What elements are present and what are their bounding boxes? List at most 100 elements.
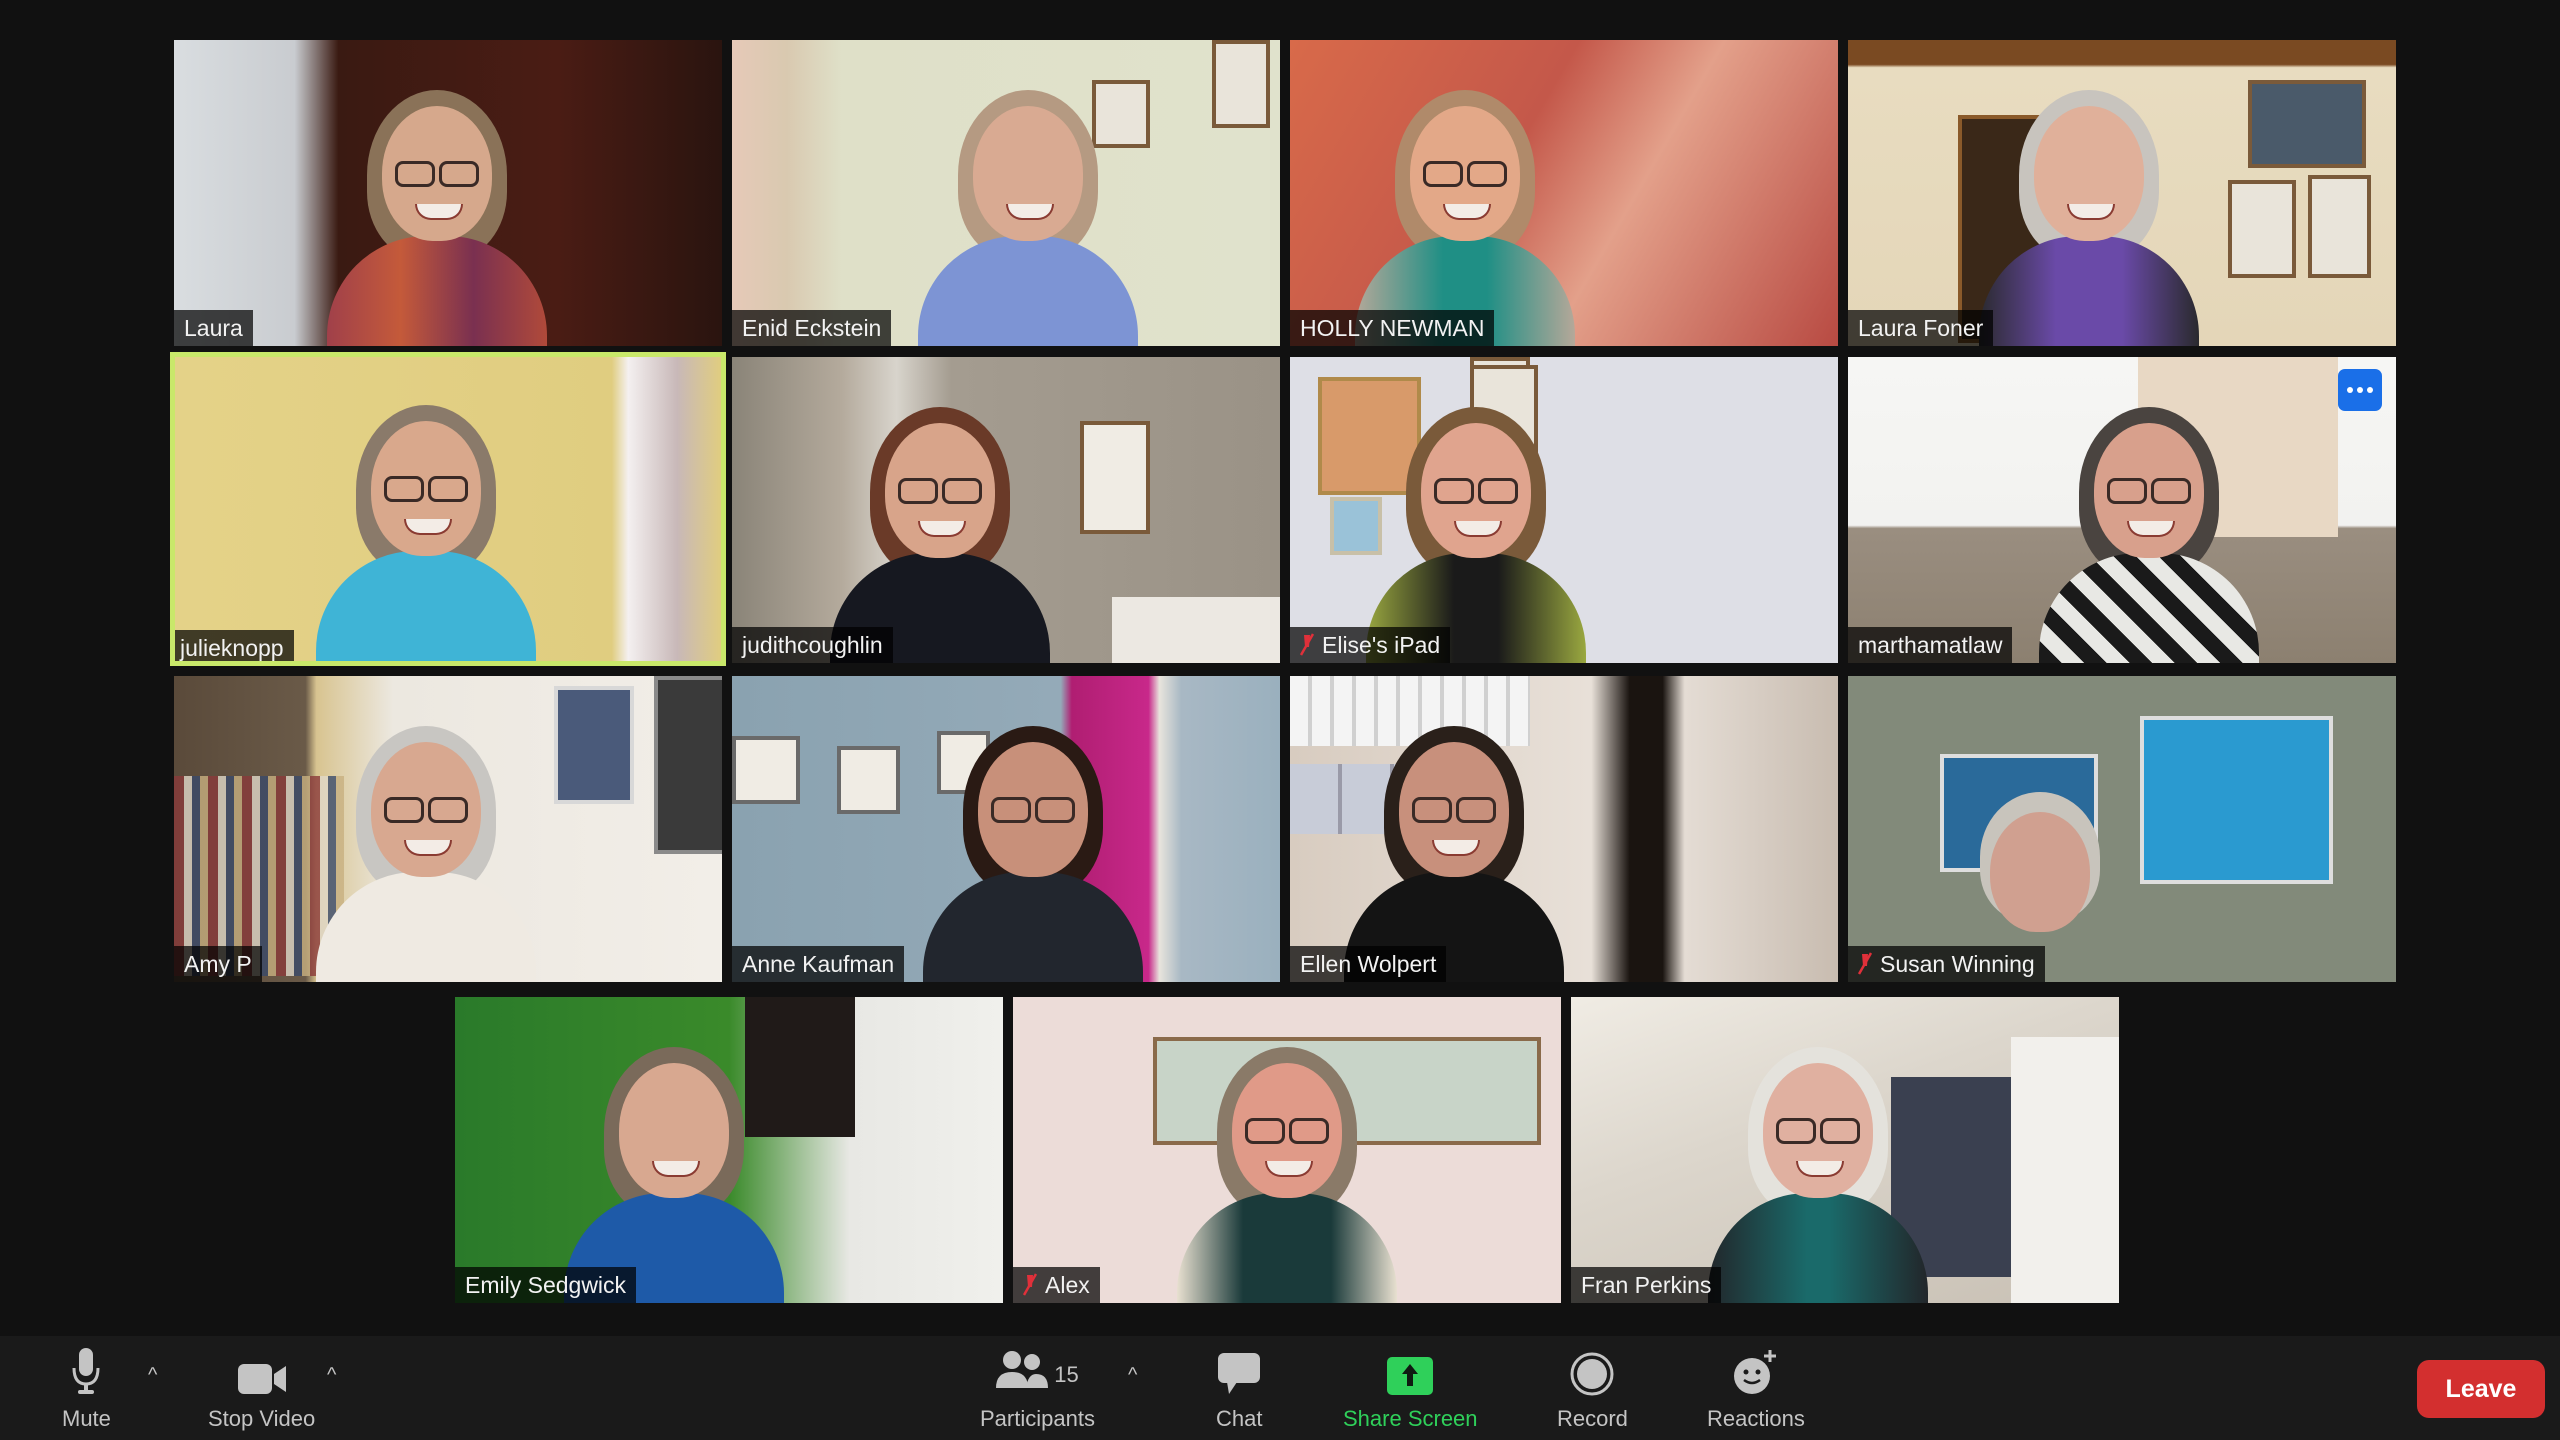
- video-tile[interactable]: Laura Foner: [1848, 40, 2396, 346]
- participant-name-tag: HOLLY NEWMAN: [1290, 310, 1495, 346]
- participant-name: marthamatlaw: [1858, 632, 2003, 658]
- participant-video: [1960, 712, 2130, 982]
- video-camera-icon: [236, 1344, 288, 1396]
- audio-options-caret[interactable]: ^: [148, 1364, 157, 1387]
- video-feed: [1290, 357, 1838, 663]
- video-tile[interactable]: Enid Eckstein: [732, 40, 1280, 346]
- participant-name-tag: Susan Winning: [1848, 946, 2045, 982]
- video-tile[interactable]: HOLLY NEWMAN: [1290, 40, 1838, 346]
- video-feed: [1848, 357, 2396, 663]
- participant-name-tag: Emily Sedgwick: [455, 1267, 637, 1303]
- participant-name-tag: Enid Eckstein: [732, 310, 892, 346]
- participant-video: [316, 391, 537, 661]
- participant-name: Ellen Wolpert: [1300, 951, 1437, 977]
- muted-mic-icon: [1300, 633, 1314, 657]
- video-tile[interactable]: Alex: [1013, 997, 1561, 1303]
- video-tile-active-speaker[interactable]: julieknopp: [170, 352, 726, 666]
- microphone-icon: [71, 1344, 101, 1396]
- video-tile[interactable]: marthamatlaw: [1848, 357, 2396, 663]
- participant-name: Laura: [184, 315, 243, 341]
- video-tile[interactable]: Ellen Wolpert: [1290, 676, 1838, 982]
- share-screen-button[interactable]: Share Screen: [1343, 1344, 1478, 1432]
- more-dots-icon: [2347, 387, 2353, 393]
- video-feed: [732, 676, 1280, 982]
- participant-name: Susan Winning: [1880, 951, 2035, 977]
- participant-name: Elise's iPad: [1322, 632, 1441, 658]
- video-feed: [1290, 40, 1838, 346]
- participant-video: [316, 712, 537, 982]
- participant-name-tag: Elise's iPad: [1290, 627, 1451, 663]
- video-tile[interactable]: Fran Perkins: [1571, 997, 2119, 1303]
- video-feed: [175, 357, 721, 661]
- video-tile[interactable]: Emily Sedgwick: [455, 997, 1003, 1303]
- video-feed: [1571, 997, 2119, 1303]
- participant-name-tag: marthamatlaw: [1848, 627, 2013, 663]
- participant-name-tag: Laura: [174, 310, 253, 346]
- muted-mic-icon: [1858, 952, 1872, 976]
- participant-video: [564, 1033, 785, 1303]
- video-feed: [1848, 676, 2396, 982]
- share-screen-arrow-icon: [1386, 1344, 1434, 1396]
- participant-name: Laura Foner: [1858, 315, 1984, 341]
- participant-video: [1177, 1033, 1397, 1303]
- participant-video: [1366, 393, 1587, 663]
- leave-meeting-button[interactable]: Leave: [2417, 1360, 2545, 1418]
- video-tile[interactable]: judithcoughlin: [732, 357, 1280, 663]
- video-tile[interactable]: Susan Winning: [1848, 676, 2396, 982]
- participant-name-tag: Ellen Wolpert: [1290, 946, 1447, 982]
- chat-button[interactable]: Chat: [1216, 1344, 1262, 1432]
- muted-mic-icon: [1023, 1273, 1037, 1297]
- participant-name-tag: Laura Foner: [1848, 310, 1994, 346]
- video-feed: [455, 997, 1003, 1303]
- more-options-button[interactable]: [2338, 369, 2382, 411]
- participant-video: [1344, 712, 1565, 982]
- video-tile[interactable]: Amy P: [174, 676, 722, 982]
- video-feed: [1848, 40, 2396, 346]
- video-feed: [1013, 997, 1561, 1303]
- meeting-toolbar: Mute ^ Stop Video ^ 15 Participants ^ Ch…: [0, 1336, 2560, 1440]
- participant-name-tag: julieknopp: [175, 630, 294, 661]
- video-tile[interactable]: Anne Kaufman: [732, 676, 1280, 982]
- participant-video: [1355, 76, 1576, 346]
- participant-video: [1979, 76, 2200, 346]
- participant-name: judithcoughlin: [742, 632, 883, 658]
- video-tile[interactable]: Laura: [174, 40, 722, 346]
- video-feed: [732, 357, 1280, 663]
- participant-name: Emily Sedgwick: [465, 1272, 627, 1298]
- participant-name-tag: Anne Kaufman: [732, 946, 905, 982]
- participant-video: [830, 393, 1051, 663]
- participant-name: Amy P: [184, 951, 252, 977]
- stop-video-button[interactable]: Stop Video: [208, 1344, 315, 1432]
- mute-button[interactable]: Mute: [62, 1344, 111, 1432]
- participant-video: [923, 712, 1144, 982]
- participants-options-caret[interactable]: ^: [1128, 1364, 1137, 1387]
- participant-video: [917, 76, 1138, 346]
- participant-name: Alex: [1045, 1272, 1090, 1298]
- reactions-button[interactable]: Reactions: [1707, 1344, 1805, 1432]
- video-options-caret[interactable]: ^: [327, 1364, 336, 1387]
- participant-name-tag: Amy P: [174, 946, 262, 982]
- participant-name: julieknopp: [180, 635, 284, 661]
- participant-name: Enid Eckstein: [742, 315, 882, 341]
- participant-count: 15: [1054, 1362, 1079, 1387]
- participants-icon: [996, 1350, 1049, 1396]
- video-gallery: Laura Enid Eckstein HOLLY NEWMAN Laura F…: [0, 0, 2560, 1330]
- record-button[interactable]: Record: [1557, 1344, 1628, 1432]
- participant-name-tag: judithcoughlin: [732, 627, 893, 663]
- participant-name-tag: Alex: [1013, 1267, 1100, 1303]
- video-feed: [174, 676, 722, 982]
- participant-video: [1707, 1033, 1928, 1303]
- participant-video: [2039, 393, 2260, 663]
- participant-name-tag: Fran Perkins: [1571, 1267, 1722, 1303]
- record-circle-icon: [1570, 1344, 1614, 1396]
- participant-name: Fran Perkins: [1581, 1272, 1712, 1298]
- video-tile[interactable]: Elise's iPad: [1290, 357, 1838, 663]
- video-feed: [174, 40, 722, 346]
- participants-button[interactable]: 15 Participants: [980, 1344, 1095, 1432]
- video-feed: [732, 40, 1280, 346]
- participant-name: Anne Kaufman: [742, 951, 895, 977]
- participant-name: HOLLY NEWMAN: [1300, 315, 1485, 341]
- chat-bubble-icon: [1217, 1344, 1261, 1396]
- video-feed: [1290, 676, 1838, 982]
- participant-video: [327, 76, 548, 346]
